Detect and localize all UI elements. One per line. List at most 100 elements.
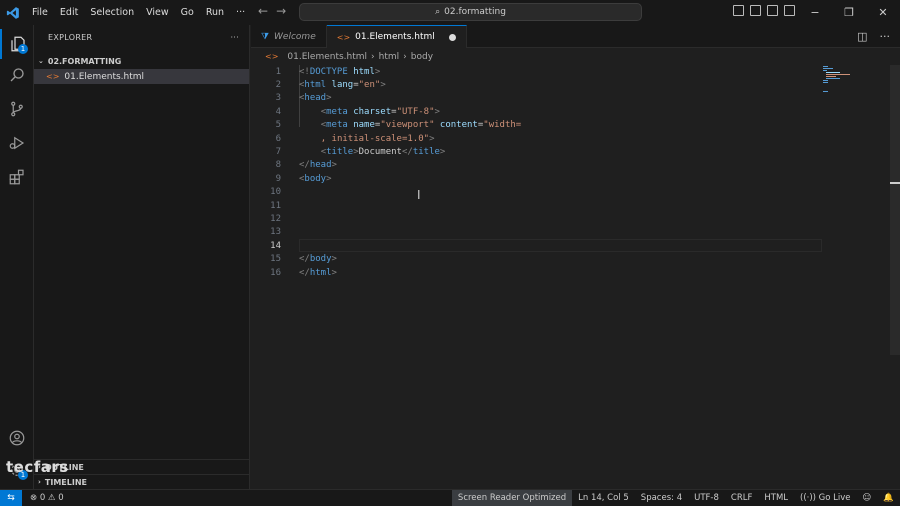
code-token: "viewport": [380, 120, 435, 131]
restore-button[interactable]: ❐: [832, 0, 866, 25]
forward-arrow-icon[interactable]: →: [276, 4, 286, 18]
encoding-status[interactable]: UTF-8: [688, 490, 725, 506]
code-line[interactable]: 3 <head>: [251, 92, 900, 105]
notifications-bell-icon[interactable]: 🔔: [877, 490, 900, 506]
problems-indicator[interactable]: ⊗ 0 ⚠ 0: [30, 493, 64, 503]
activity-bar: 1 1: [0, 25, 34, 489]
code-token: title: [412, 147, 440, 158]
code-token: >: [326, 93, 332, 104]
code-token: DOCTYPE: [309, 66, 348, 77]
accounts-icon[interactable]: [0, 423, 34, 453]
remote-indicator[interactable]: ⇆: [0, 490, 22, 506]
code-token: >: [380, 80, 386, 91]
code-line[interactable]: 8 </head>: [251, 159, 900, 172]
file-label: 01.Elements.html: [64, 71, 145, 82]
code-editor[interactable]: 1 <!DOCTYPE html> 2 <html lang="en"> 3 <head>…: [251, 65, 900, 279]
explorer-icon[interactable]: 1: [0, 29, 34, 59]
close-window-button[interactable]: ✕: [866, 0, 900, 25]
code-line[interactable]: 13: [251, 226, 900, 239]
line-number: 5: [275, 120, 281, 131]
line-number: 3: [275, 93, 281, 104]
explorer-badge: 1: [18, 44, 28, 54]
line-number: 4: [275, 106, 281, 117]
mouse-ibeam-cursor-icon: I: [417, 188, 421, 202]
current-line-highlight: [299, 239, 822, 253]
breadcrumb-file[interactable]: 01.Elements.html: [287, 52, 367, 62]
menu-more[interactable]: ···: [230, 7, 251, 18]
html-file-icon: <>: [265, 52, 279, 61]
code-line[interactable]: 14: [251, 239, 900, 253]
vertical-scrollbar[interactable]: [890, 65, 900, 355]
code-token: "width=: [483, 120, 522, 131]
go-live-button[interactable]: ((·)) Go Live: [794, 490, 857, 506]
line-number: 7: [275, 147, 281, 158]
breadcrumb-body[interactable]: body: [411, 52, 433, 62]
code-line[interactable]: 12: [251, 212, 900, 225]
search-icon[interactable]: [0, 60, 34, 90]
toggle-secondary-sidebar-icon[interactable]: [767, 5, 778, 16]
menu-file[interactable]: File: [26, 7, 54, 18]
line-number: 10: [270, 187, 281, 198]
back-arrow-icon[interactable]: ←: [258, 4, 268, 18]
minimize-button[interactable]: −: [798, 0, 832, 25]
code-token: title: [326, 147, 354, 158]
minimap[interactable]: [823, 65, 853, 95]
timeline-section[interactable]: › TIMELINE: [34, 474, 250, 489]
code-line[interactable]: 15 </body>: [251, 252, 900, 265]
code-line[interactable]: 2 <html lang="en">: [251, 78, 900, 91]
chevron-right-icon: ›: [371, 51, 375, 62]
screen-reader-status[interactable]: Screen Reader Optimized: [451, 490, 573, 506]
more-actions-icon[interactable]: ···: [880, 30, 891, 43]
chevron-right-icon: ›: [403, 51, 407, 62]
customize-layout-icon[interactable]: [784, 5, 795, 16]
feedback-icon[interactable]: ☺: [857, 490, 878, 506]
line-number: 14: [270, 240, 281, 251]
code-token: "UTF-8": [396, 106, 435, 117]
editor-actions: ◫ ···: [857, 30, 890, 43]
indentation-status[interactable]: Spaces: 4: [635, 490, 688, 506]
tab-elements-html[interactable]: <> 01.Elements.html: [326, 25, 467, 48]
code-token: html: [347, 66, 375, 77]
code-line[interactable]: 11: [251, 199, 900, 212]
search-icon: ⌕: [435, 7, 441, 17]
menu-go[interactable]: Go: [175, 7, 200, 18]
eol-status[interactable]: CRLF: [725, 490, 758, 506]
code-line[interactable]: 10: [251, 186, 900, 199]
code-line[interactable]: 7 <title>Document</title>: [251, 145, 900, 158]
code-line[interactable]: 5 <meta name="viewport" content="width=: [251, 119, 900, 132]
source-control-icon[interactable]: [0, 94, 34, 124]
explorer-more-icon[interactable]: ···: [230, 33, 239, 42]
tab-welcome[interactable]: ⧩ Welcome: [251, 25, 327, 48]
code-token: Document: [358, 147, 402, 158]
command-center[interactable]: ⌕ 02.formatting: [299, 3, 642, 21]
menu-selection[interactable]: Selection: [84, 7, 140, 18]
menu-view[interactable]: View: [140, 7, 175, 18]
split-editor-icon[interactable]: ◫: [857, 30, 867, 43]
code-line[interactable]: 9 <body>: [251, 172, 900, 185]
cursor-position-status[interactable]: Ln 14, Col 5: [572, 490, 635, 506]
nav-arrows: ← →: [258, 4, 286, 18]
run-debug-icon[interactable]: [0, 128, 34, 158]
vscode-tab-icon: ⧩: [261, 31, 270, 42]
breadcrumb-html[interactable]: html: [379, 52, 400, 62]
menu-edit[interactable]: Edit: [54, 7, 84, 18]
toggle-panel-icon[interactable]: [750, 5, 761, 16]
unsaved-dot-icon[interactable]: [448, 33, 456, 41]
code-token: meta: [326, 106, 348, 117]
code-token: </: [299, 160, 310, 171]
line-number: 11: [270, 200, 281, 211]
code-line[interactable]: 4 <meta charset="UTF-8">: [251, 105, 900, 118]
menu-run[interactable]: Run: [200, 7, 230, 18]
workspace-folder[interactable]: ⌄ 02.FORMATTING: [34, 53, 249, 69]
code-line[interactable]: 16 </html>: [251, 266, 900, 279]
language-mode-status[interactable]: HTML: [758, 490, 794, 506]
file-item-elements[interactable]: <> 01.Elements.html: [34, 69, 249, 84]
code-token: body: [304, 173, 327, 184]
extensions-icon[interactable]: [0, 162, 34, 192]
toggle-primary-sidebar-icon[interactable]: [733, 5, 744, 16]
line-text: <body>: [299, 174, 332, 184]
code-line[interactable]: 6 , initial-scale=1.0">: [251, 132, 900, 145]
code-token: >: [331, 254, 337, 265]
code-line[interactable]: 1 <!DOCTYPE html>: [251, 65, 900, 78]
